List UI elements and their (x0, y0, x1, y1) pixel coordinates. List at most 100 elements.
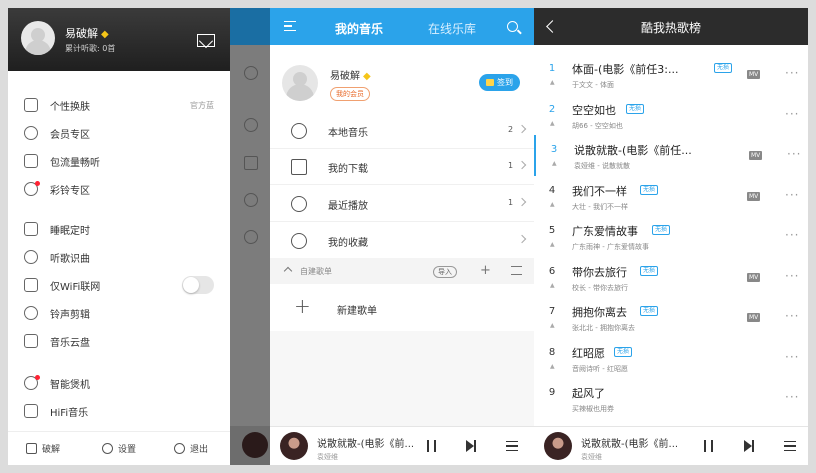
menu-item[interactable]: 包流量畅听 (8, 147, 230, 175)
song-row[interactable]: 6 ▲ 带你去旅行 无损 校长 - 带你去旅行 MV ··· (534, 257, 808, 298)
tab-online-library[interactable]: 在线乐库 (428, 20, 476, 37)
dimmed-disc-icon (244, 118, 258, 132)
timer-icon (24, 222, 38, 236)
mv-badge[interactable]: MV (747, 70, 761, 79)
song-row[interactable]: 4 ▲ 我们不一样 无损 大壮 - 我们不一样 MV ··· (534, 176, 808, 217)
menu-item[interactable]: 铃声剪辑 (8, 299, 230, 327)
dimmed-overlay[interactable] (230, 8, 270, 465)
mv-badge[interactable]: MV (747, 272, 761, 282)
menu-item[interactable]: HiFi音乐 (8, 397, 230, 425)
row-label: 我的下载 (328, 164, 368, 175)
mv-badge[interactable]: MV (749, 151, 763, 160)
pause-icon[interactable] (427, 440, 436, 452)
menu-item[interactable]: 听歌识曲 (8, 243, 230, 271)
my-music-row[interactable]: 我的下载 1 (270, 149, 534, 185)
menu-item[interactable]: 仅WiFi联网 (8, 271, 230, 299)
logout-button[interactable]: 退出 (174, 442, 208, 455)
song-artist: 大壮 - 我们不一样 (572, 202, 628, 211)
menu-item[interactable]: 智能煲机 (8, 369, 230, 397)
album-art[interactable] (280, 432, 308, 460)
manage-list-icon[interactable] (511, 266, 522, 275)
song-row[interactable]: 2 ▲ 空空如也 无损 胡66 - 空空如也 ··· (534, 95, 808, 136)
avatar[interactable] (21, 21, 55, 55)
now-playing-artist: 袁娅维 (317, 453, 338, 461)
chevron-right-icon (517, 160, 527, 170)
menu-item-label: 音乐云盘 (50, 337, 90, 349)
menu-item[interactable]: 睡眠定时 (8, 215, 230, 243)
menu-item[interactable]: 会员专区 (8, 119, 230, 147)
import-button[interactable]: 导入 (433, 266, 457, 278)
more-options-icon[interactable]: ··· (785, 350, 799, 364)
album-art[interactable] (544, 432, 572, 460)
more-options-icon[interactable]: ··· (785, 66, 799, 80)
clock-icon (291, 196, 307, 212)
more-options-icon[interactable]: ··· (785, 390, 799, 404)
song-row[interactable]: 1 ▲ 体面-(电影《前任3:... 无损 于文文 - 体面 MV ··· (534, 54, 808, 95)
diamond-icon: ◆ (101, 29, 109, 40)
crack-button[interactable]: 破解 (26, 442, 60, 455)
recognize-icon (24, 250, 38, 264)
more-options-icon[interactable]: ··· (785, 228, 799, 242)
now-playing-artist: 袁娅维 (581, 453, 602, 461)
ringtone-cut-icon (24, 306, 38, 320)
drawer-header: 易破解 ◆ 累计听歌: 0首 (8, 8, 230, 71)
menu-item-label: 会员专区 (50, 129, 90, 141)
mail-icon[interactable] (197, 34, 215, 47)
song-rank: 9 (548, 387, 556, 398)
search-icon[interactable] (507, 21, 518, 32)
playlist-icon[interactable] (506, 441, 518, 451)
settings-button[interactable]: 设置 (102, 442, 136, 455)
song-artist: 广东雨神 - 广东爱情故事 (572, 243, 649, 251)
gear-icon (102, 443, 113, 454)
song-title: 拥抱你离去 (572, 306, 627, 319)
row-count: 1 (508, 161, 514, 170)
pause-icon[interactable] (704, 440, 713, 452)
song-row[interactable]: 7 ▲ 拥抱你离去 无损 张北北 - 拥抱你离去 MV ··· (534, 297, 808, 338)
member-badge[interactable]: 我的会员 (330, 87, 370, 101)
more-options-icon[interactable]: ··· (785, 188, 799, 202)
wifi-only-toggle[interactable] (182, 276, 214, 294)
more-options-icon[interactable]: ··· (785, 309, 799, 323)
playlist-icon[interactable] (784, 441, 796, 451)
rank-trend-icon: ▲ (550, 362, 555, 370)
new-playlist-row[interactable]: + 新建歌单 (270, 291, 534, 327)
chevron-up-icon[interactable] (283, 266, 293, 276)
next-icon[interactable] (466, 440, 476, 452)
mv-badge[interactable]: MV (747, 191, 761, 201)
song-row[interactable]: 8 ▲ 红昭愿 无损 音阙诗听 - 红昭愿 ··· (534, 338, 808, 379)
my-music-row[interactable]: 最近播放 1 (270, 186, 534, 222)
dimmed-avatar (244, 66, 258, 80)
next-icon[interactable] (744, 440, 754, 452)
more-options-icon[interactable]: ··· (785, 269, 799, 283)
sign-in-button[interactable]: 签到 (479, 74, 520, 91)
song-row[interactable]: 3 ▲ 说散就散-(电影《前任... 袁娅维 - 说散就散 MV ··· (534, 135, 808, 176)
screenshot-frame: 易破解 ◆ 累计听歌: 0首 个性换肤 官方蓝会员专区包流量畅听彩铃专区睡眠定时 听歌… (8, 8, 808, 465)
menu-item-label: 彩铃专区 (50, 185, 90, 197)
song-row[interactable]: 5 ▲ 广东爱情故事 无损 广东雨神 - 广东爱情故事 ··· (534, 216, 808, 257)
menu-item[interactable]: 个性换肤 官方蓝 (8, 91, 230, 119)
playlist-section-header: 自建歌单 导入 + (270, 258, 534, 284)
my-music-row[interactable]: 我的收藏 (270, 223, 534, 259)
menu-icon[interactable] (284, 21, 296, 31)
tab-my-music[interactable]: 我的音乐 (335, 20, 383, 37)
mini-player[interactable]: 说散就散-(电影《前... 袁娅维 (270, 426, 534, 465)
edit-icon (26, 443, 37, 454)
avatar[interactable] (282, 65, 318, 101)
hifi-icon (24, 404, 38, 418)
mv-badge[interactable]: MV (747, 313, 761, 322)
row-label: 我的收藏 (328, 238, 368, 249)
mini-player[interactable]: 说散就散-(电影《前... 袁娅维 (534, 426, 808, 465)
more-options-icon[interactable]: ··· (785, 107, 799, 121)
add-icon[interactable]: + (480, 264, 491, 277)
more-options-icon[interactable]: ··· (787, 147, 801, 161)
top-bar: 酷我热歌榜 (534, 8, 808, 45)
song-title: 起风了 (572, 387, 605, 400)
song-rank: 8 (548, 346, 556, 358)
username[interactable]: 易破解 ◆ (65, 25, 109, 41)
menu-item[interactable]: 彩铃专区 (8, 175, 230, 203)
menu-item[interactable]: 音乐云盘 (8, 327, 230, 355)
username[interactable]: 易破解 ◆ (330, 67, 371, 82)
song-row[interactable]: 9 起风了 买辣椒也用券 ··· (534, 378, 808, 419)
rank-trend-icon: ▲ (550, 79, 555, 86)
my-music-row[interactable]: 本地音乐 2 (270, 113, 534, 149)
